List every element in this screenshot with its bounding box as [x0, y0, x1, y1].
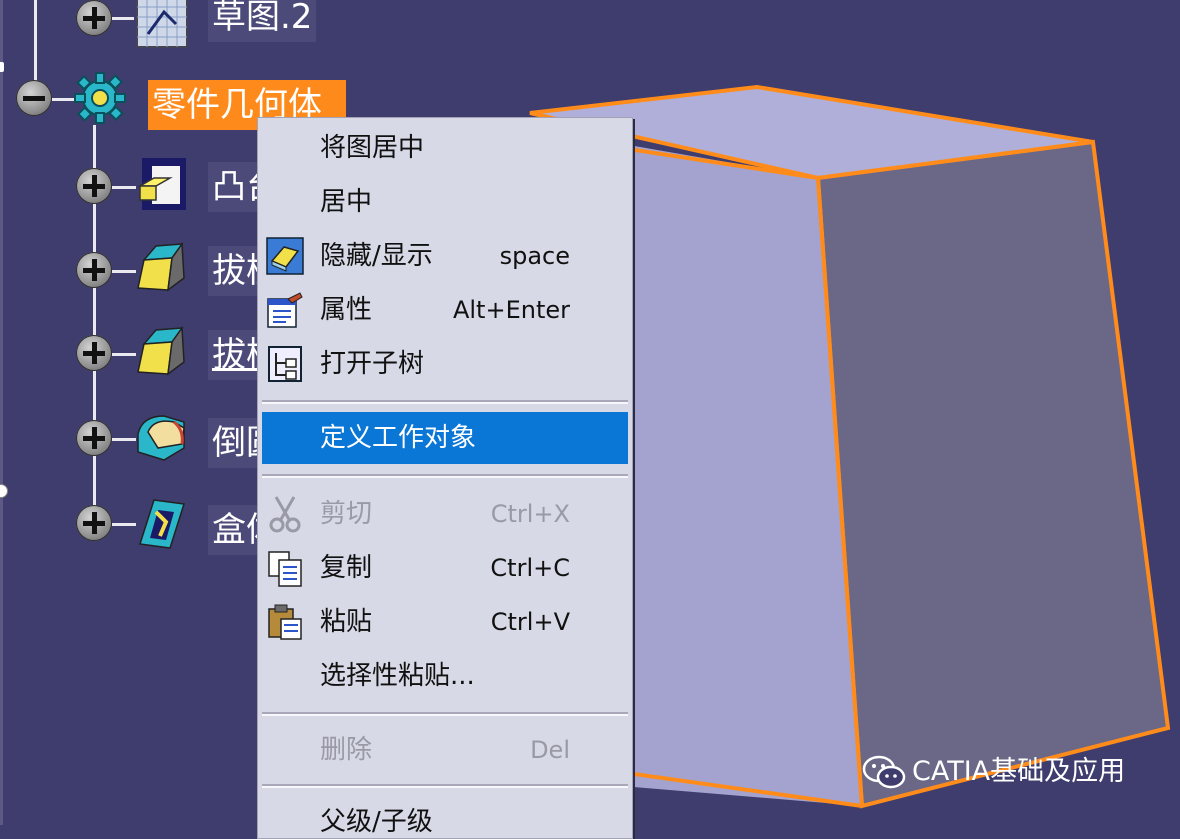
menu-separator [262, 712, 628, 716]
tree-connector [112, 523, 136, 526]
menu-item-label: 打开子树 [320, 349, 425, 379]
tree-item-fillet[interactable]: 倒圆 [208, 418, 264, 468]
menu-item-delete[interactable]: 删除 Del [262, 724, 628, 776]
tree-connector [112, 438, 136, 441]
tree-item-draft-2[interactable]: 拔模 [208, 330, 264, 380]
tree-item-shell[interactable]: 盒体 [208, 505, 264, 555]
hide-show-icon [266, 237, 304, 275]
tree-connector [112, 17, 134, 20]
menu-item-center-graph[interactable]: 将图居中 [262, 122, 628, 174]
tree-connector [112, 186, 136, 189]
tree-connector [112, 270, 136, 273]
expand-toggle[interactable] [76, 505, 112, 541]
tree-connector [52, 98, 74, 101]
menu-item-paste[interactable]: 粘贴 Ctrl+V [262, 596, 628, 648]
menu-item-shortcut: Alt+Enter [452, 296, 570, 324]
menu-separator [262, 474, 628, 478]
tree-connector [34, 0, 37, 85]
watermark: CATIA基础及应用 [862, 752, 1125, 792]
menu-item-label: 粘贴 [320, 607, 373, 637]
menu-item-shortcut: space [499, 242, 570, 270]
properties-icon [267, 292, 303, 328]
menu-separator [262, 400, 628, 404]
tree-item-pad[interactable]: 凸台 [208, 162, 264, 212]
tree-item-draft-1[interactable]: 拔模 [208, 246, 264, 296]
menu-item-parents-children[interactable]: 父级/子级 [262, 796, 628, 838]
expand-toggle[interactable] [76, 252, 112, 288]
menu-item-label: 删除 [320, 735, 373, 765]
menu-separator [262, 784, 628, 788]
menu-item-label: 将图居中 [320, 133, 425, 163]
expand-toggle[interactable] [76, 335, 112, 371]
paste-icon [268, 604, 302, 640]
menu-item-center[interactable]: 居中 [262, 176, 628, 228]
draft-icon [137, 241, 185, 292]
solid-side-face [815, 139, 1171, 809]
menu-item-define-work-object[interactable]: 定义工作对象 [262, 412, 628, 464]
menu-item-hide-show[interactable]: 隐藏/显示 space [262, 230, 628, 282]
menu-item-shortcut: Ctrl+C [490, 554, 570, 582]
pad-icon [137, 158, 186, 210]
subtree-icon [268, 346, 302, 382]
expand-toggle[interactable] [76, 420, 112, 456]
shell-icon [139, 499, 185, 549]
menu-item-label: 居中 [320, 187, 373, 217]
context-menu: 将图居中 居中 隐藏/显示 space 属性 Alt+Enter 打开子树 定义… [257, 117, 633, 839]
menu-item-label: 隐藏/显示 [320, 241, 433, 271]
expand-toggle[interactable] [76, 0, 112, 36]
wechat-icon [862, 755, 906, 788]
tree-item-sketch-2[interactable]: 草图.2 [208, 0, 317, 42]
menu-item-paste-special[interactable]: 选择性粘贴... [262, 650, 628, 702]
tree-connector [112, 353, 136, 356]
menu-item-label: 选择性粘贴... [320, 661, 475, 691]
sketch-icon [136, 0, 188, 48]
menu-item-copy[interactable]: 复制 Ctrl+C [262, 542, 628, 594]
menu-item-properties[interactable]: 属性 Alt+Enter [262, 284, 628, 336]
menu-item-shortcut: Ctrl+X [490, 500, 570, 528]
menu-item-label: 定义工作对象 [320, 423, 477, 453]
menu-item-open-subtree[interactable]: 打开子树 [262, 338, 628, 390]
menu-item-label: 父级/子级 [320, 807, 433, 837]
tree-panel-edge [0, 0, 3, 825]
draft-icon [137, 325, 185, 376]
menu-item-shortcut: Del [530, 736, 570, 764]
watermark-text: CATIA基础及应用 [912, 756, 1126, 787]
collapse-toggle[interactable] [16, 80, 52, 116]
menu-item-label: 属性 [320, 295, 373, 325]
menu-item-cut[interactable]: 剪切 Ctrl+X [262, 488, 628, 540]
copy-icon [268, 551, 302, 587]
tree-anchor-marker [0, 62, 4, 72]
part-body-gear-icon [74, 72, 126, 124]
menu-item-label: 复制 [320, 553, 373, 583]
menu-item-shortcut: Ctrl+V [490, 608, 570, 636]
fillet-icon [137, 415, 185, 461]
menu-item-label: 剪切 [320, 499, 373, 529]
scissors-icon [269, 496, 301, 533]
expand-toggle[interactable] [76, 168, 112, 204]
